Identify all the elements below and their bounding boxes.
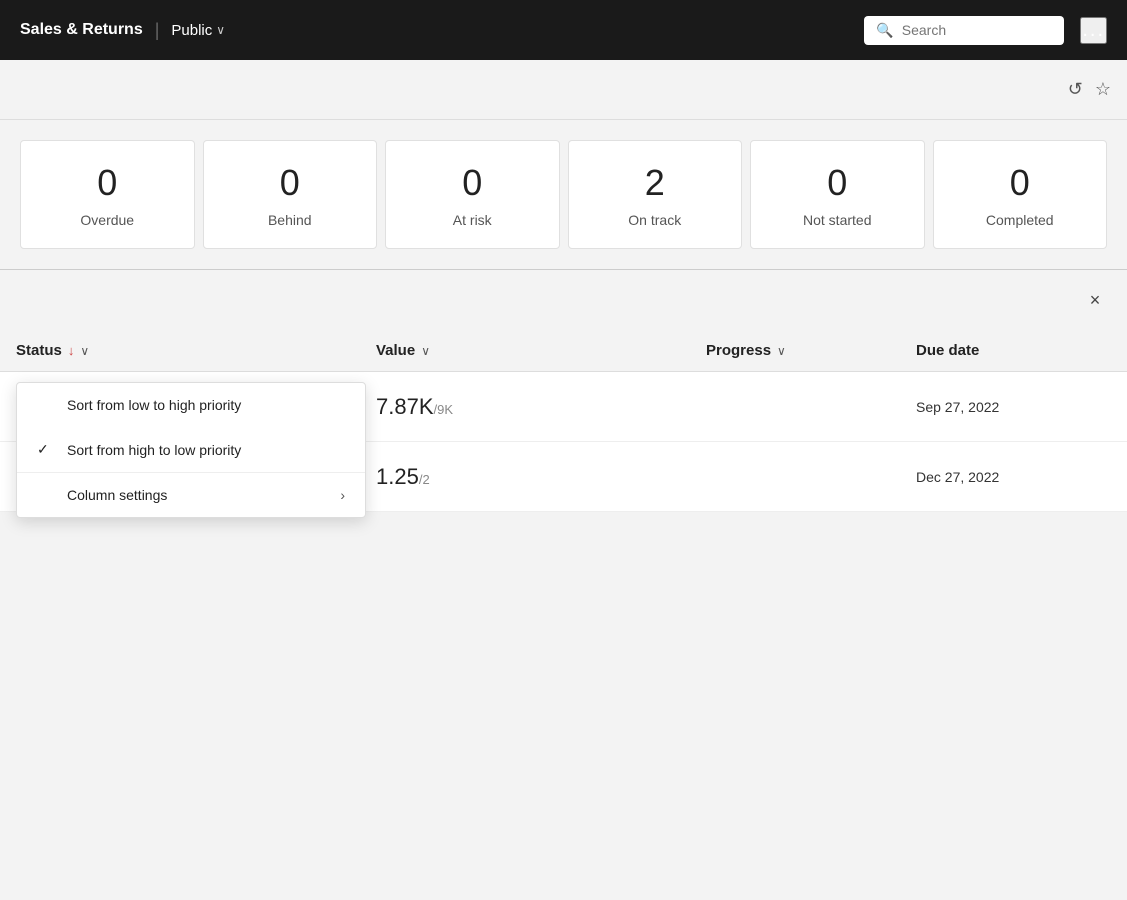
row2-value-denom: 2 xyxy=(422,472,429,487)
search-box[interactable]: 🔍 xyxy=(864,16,1064,45)
value-sort-chevron[interactable]: ∨ xyxy=(421,344,430,358)
sort-high-low-label: Sort from high to low priority xyxy=(67,442,345,458)
sort-low-high-label: Sort from low to high priority xyxy=(67,397,345,413)
card-behind-number: 0 xyxy=(228,161,353,204)
search-input[interactable] xyxy=(902,22,1053,38)
sort-low-to-high-item[interactable]: Sort from low to high priority xyxy=(17,383,365,427)
chevron-down-icon: ∨ xyxy=(216,23,225,37)
nav-right: 🔍 ... xyxy=(864,16,1107,45)
row2-duedate: Dec 27, 2022 xyxy=(916,469,1111,485)
filter-bar: × xyxy=(0,270,1127,330)
row1-value: 7.87K/9K xyxy=(376,394,706,420)
value-column-label: Value xyxy=(376,342,415,359)
card-completed-label: Completed xyxy=(958,212,1083,228)
card-notstarted[interactable]: 0 Not started xyxy=(750,140,925,249)
check-icon-2: ✓ xyxy=(37,441,55,458)
card-atrisk[interactable]: 0 At risk xyxy=(385,140,560,249)
card-atrisk-label: At risk xyxy=(410,212,535,228)
card-overdue[interactable]: 0 Overdue xyxy=(20,140,195,249)
nav-divider: | xyxy=(155,20,160,41)
card-notstarted-number: 0 xyxy=(775,161,900,204)
close-filter-button[interactable]: × xyxy=(1079,284,1111,316)
sort-icon: ↓ xyxy=(68,343,75,358)
app-title: Sales & Returns xyxy=(20,21,143,39)
nav-left: Sales & Returns | Public ∨ xyxy=(20,20,225,41)
status-sort-chevron[interactable]: ∨ xyxy=(80,344,89,358)
top-navigation: Sales & Returns | Public ∨ 🔍 ... xyxy=(0,0,1127,60)
card-completed-number: 0 xyxy=(958,161,1083,204)
status-dropdown-menu: Sort from low to high priority ✓ Sort fr… xyxy=(16,382,366,518)
col-duedate-header: Due date xyxy=(916,342,1111,359)
visibility-label: Public xyxy=(171,22,212,39)
card-atrisk-number: 0 xyxy=(410,161,535,204)
row2-value-main: 1.25 xyxy=(376,464,419,489)
column-settings-item[interactable]: Column settings › xyxy=(17,473,365,517)
table-header: Status ↓ ∨ Value ∨ Progress ∨ Due date S… xyxy=(0,330,1127,372)
row2-value: 1.25/2 xyxy=(376,464,706,490)
row1-value-main: 7.87K xyxy=(376,394,434,419)
card-ontrack[interactable]: 2 On track xyxy=(568,140,743,249)
card-overdue-number: 0 xyxy=(45,161,170,204)
card-ontrack-label: On track xyxy=(593,212,718,228)
card-completed[interactable]: 0 Completed xyxy=(933,140,1108,249)
card-ontrack-number: 2 xyxy=(593,161,718,204)
col-progress-header: Progress ∨ xyxy=(706,342,916,359)
refresh-button[interactable]: ↺ xyxy=(1068,79,1083,100)
col-status-header: Status ↓ ∨ xyxy=(16,342,376,359)
submenu-arrow-icon: › xyxy=(340,487,345,503)
row1-duedate: Sep 27, 2022 xyxy=(916,399,1111,415)
card-notstarted-label: Not started xyxy=(775,212,900,228)
row1-value-denom: 9K xyxy=(437,402,453,417)
status-column-label: Status xyxy=(16,342,62,359)
status-cards: 0 Overdue 0 Behind 0 At risk 2 On track … xyxy=(0,120,1127,269)
toolbar: ↺ ☆ xyxy=(0,60,1127,120)
card-behind[interactable]: 0 Behind xyxy=(203,140,378,249)
column-settings-label: Column settings xyxy=(67,487,328,503)
progress-sort-chevron[interactable]: ∨ xyxy=(777,344,786,358)
card-overdue-label: Overdue xyxy=(45,212,170,228)
sort-high-to-low-item[interactable]: ✓ Sort from high to low priority xyxy=(17,427,365,472)
col-value-header: Value ∨ xyxy=(376,342,706,359)
visibility-selector[interactable]: Public ∨ xyxy=(171,22,225,39)
more-options-button[interactable]: ... xyxy=(1080,17,1107,44)
progress-column-label: Progress xyxy=(706,342,771,359)
search-icon: 🔍 xyxy=(876,22,893,39)
favorite-button[interactable]: ☆ xyxy=(1095,79,1111,100)
card-behind-label: Behind xyxy=(228,212,353,228)
